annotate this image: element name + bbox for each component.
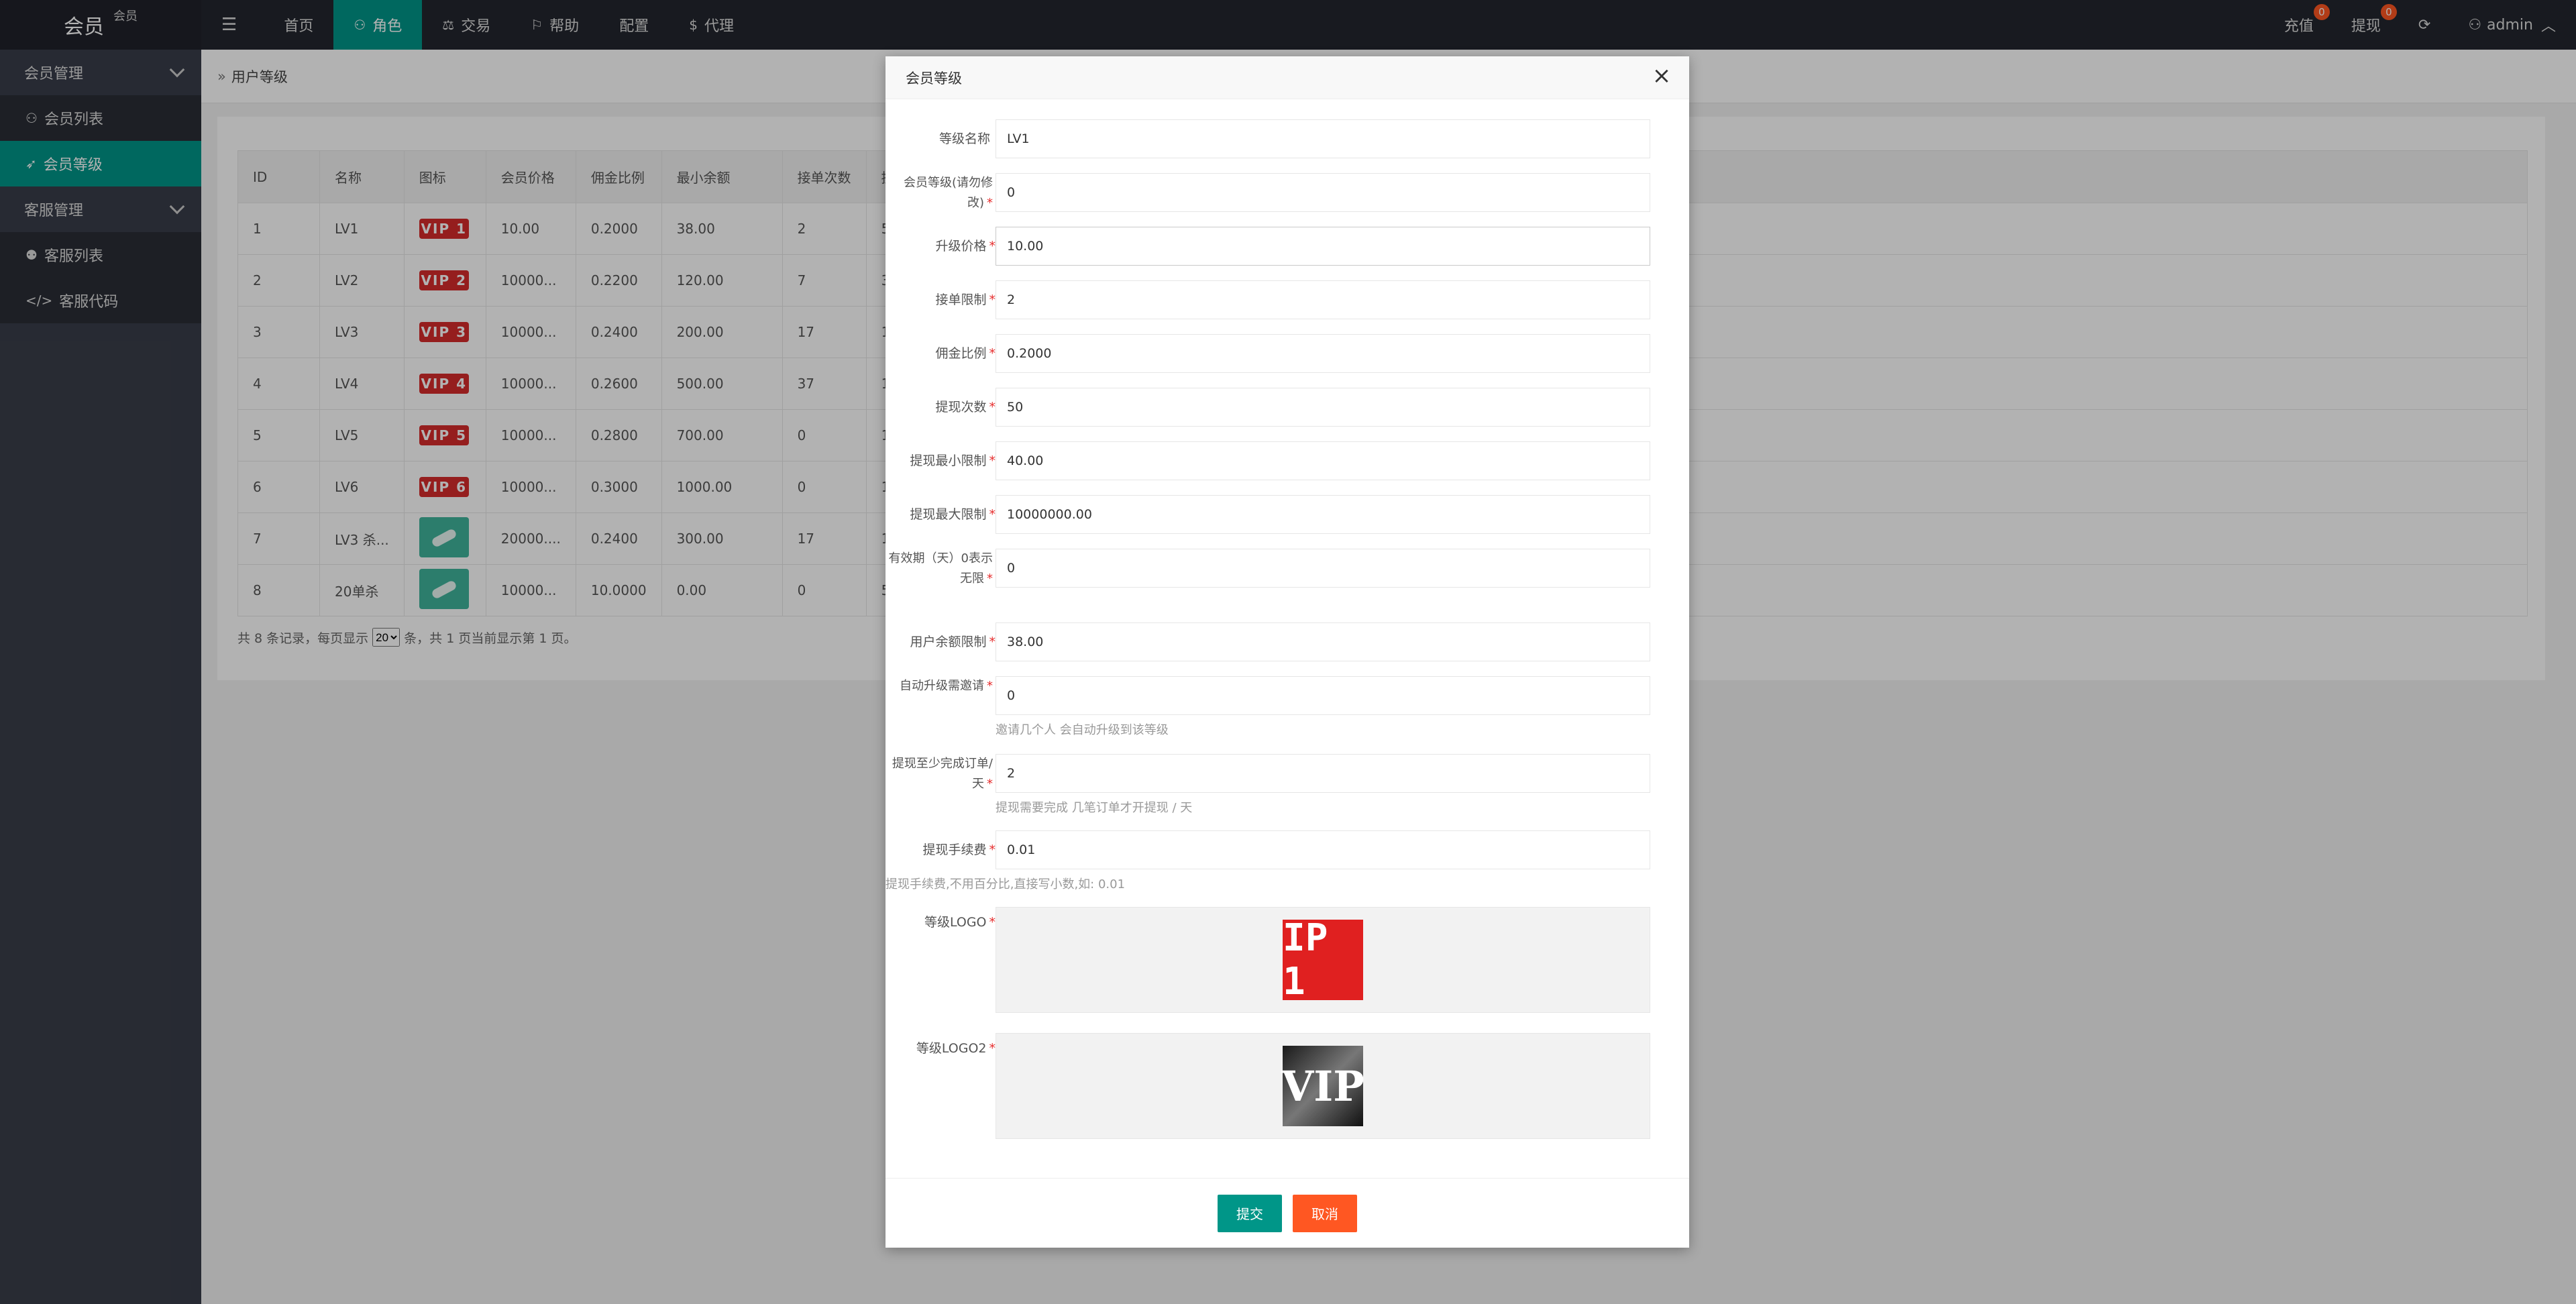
withdraw-min-input[interactable]: 40.00: [996, 441, 1650, 480]
submit-button[interactable]: 提交: [1218, 1194, 1282, 1232]
modal-title: 会员等级: [906, 70, 962, 87]
label-text: 自动升级需邀请: [900, 679, 984, 693]
balance-limit-input[interactable]: 38.00: [996, 622, 1650, 661]
required-mark: *: [989, 453, 996, 468]
label-text: 有效期（天）0表示无限: [888, 551, 993, 586]
label-text: 会员等级(请勿修改): [903, 176, 993, 210]
logo2-upload-box[interactable]: VIP: [996, 1033, 1650, 1139]
withdraw-max-input[interactable]: 10000000.00: [996, 495, 1650, 534]
field-label: 用户余额限制 *: [885, 632, 996, 652]
withdraw-orders-input[interactable]: 2: [996, 754, 1650, 793]
field-label: 升级价格 *: [885, 236, 996, 256]
field-label: 等级名称: [885, 129, 996, 149]
field-label: 等级LOGO2 *: [885, 1038, 996, 1058]
level-number-input[interactable]: 0: [996, 173, 1650, 212]
required-mark: *: [989, 239, 996, 254]
field-label: 会员等级(请勿修改) *: [885, 173, 993, 213]
valid-days-input[interactable]: 0: [996, 549, 1650, 588]
level-logo-image: IP 1: [1283, 916, 1363, 1003]
required-mark: *: [989, 346, 996, 361]
upgrade-price-input[interactable]: 10.00: [996, 227, 1650, 266]
close-icon[interactable]: ×: [1650, 64, 1673, 89]
label-text: 等级名称: [938, 131, 990, 146]
commission-rate-input[interactable]: 0.2000: [996, 334, 1650, 373]
label-text: 提现最大限制: [910, 507, 987, 522]
label-text: 提现最小限制: [910, 453, 987, 468]
field-label: 提现手续费 *: [885, 840, 996, 860]
field-label: 有效期（天）0表示无限 *: [885, 549, 993, 589]
auto-upgrade-hint: 邀请几个人 会自动升级到该等级: [996, 723, 1169, 737]
required-mark: *: [989, 915, 996, 930]
required-mark: *: [989, 635, 996, 649]
withdraw-count-input[interactable]: 50: [996, 388, 1650, 427]
field-label: 等级LOGO *: [885, 912, 996, 932]
required-mark: *: [987, 572, 993, 586]
required-mark: *: [987, 196, 993, 210]
level-edit-modal: 会员等级 × 等级名称 LV1 会员等级(请勿修改) * 0 升级价格 * 10.0…: [885, 56, 1689, 1248]
field-label: 佣金比例 *: [885, 343, 996, 364]
field-label: 提现至少完成订单/天 *: [885, 754, 993, 794]
level-name-input[interactable]: LV1: [996, 119, 1650, 158]
level-logo2-image: VIP: [1281, 1046, 1364, 1126]
field-label: 自动升级需邀请 *: [885, 676, 993, 696]
label-text: 提现次数: [935, 400, 987, 415]
auto-upgrade-input[interactable]: 0: [996, 676, 1650, 715]
field-label: 接单限制 *: [885, 290, 996, 310]
withdraw-orders-hint: 提现需要完成 几笔订单才开提现 / 天: [996, 801, 1193, 815]
modal-footer: 提交 取消: [885, 1178, 1689, 1248]
required-mark: *: [987, 777, 993, 791]
withdraw-fee-hint: 提现手续费,不用百分比,直接写小数,如: 0.01: [885, 877, 1126, 891]
modal-title-bar: 会员等级 ×: [885, 56, 1689, 99]
logo-upload-box[interactable]: IP 1: [996, 907, 1650, 1013]
required-mark: *: [987, 679, 993, 693]
withdraw-fee-input[interactable]: 0.01: [996, 830, 1650, 869]
required-mark: *: [989, 843, 996, 857]
label-text: 等级LOGO: [924, 915, 987, 930]
label-text: 用户余额限制: [910, 635, 987, 649]
label-text: 提现手续费: [922, 843, 987, 857]
field-label: 提现最大限制 *: [885, 504, 996, 525]
required-mark: *: [989, 400, 996, 415]
label-text: 升级价格: [935, 239, 987, 254]
label-text: 等级LOGO2: [916, 1041, 987, 1056]
order-limit-input[interactable]: 2: [996, 280, 1650, 319]
required-mark: *: [989, 507, 996, 522]
field-label: 提现最小限制 *: [885, 451, 996, 471]
required-mark: *: [989, 292, 996, 307]
field-label: 提现次数 *: [885, 397, 996, 417]
label-text: 接单限制: [935, 292, 987, 307]
label-text: 提现至少完成订单/天: [892, 757, 993, 791]
label-text: 佣金比例: [935, 346, 987, 361]
required-mark: *: [989, 1041, 996, 1056]
cancel-button[interactable]: 取消: [1293, 1194, 1357, 1232]
